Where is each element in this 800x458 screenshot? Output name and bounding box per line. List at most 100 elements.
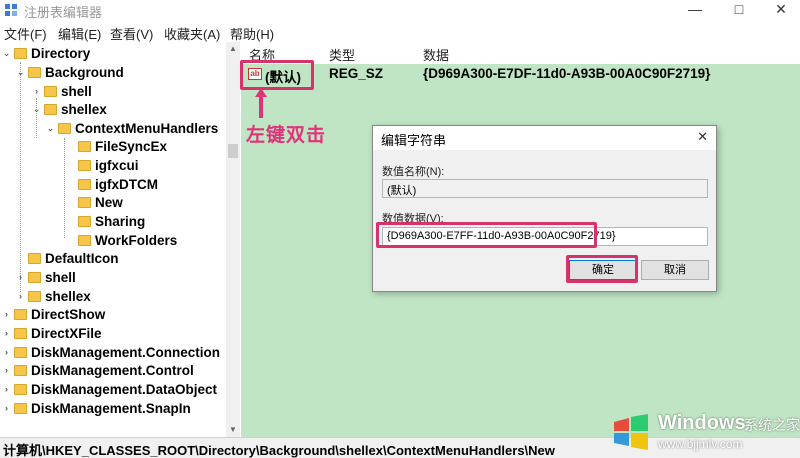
menu-view[interactable]: 查看(V) [110, 24, 153, 43]
tree-item-directory[interactable]: ⌄ Directory [2, 44, 91, 62]
tree-item-shell-2[interactable]: › shell [16, 268, 76, 286]
tree-item-filesyncex[interactable]: FileSyncEx [66, 137, 167, 155]
tree-item-label: Background [45, 64, 124, 80]
highlight-value-data [376, 222, 597, 248]
value-name-field: (默认) [382, 179, 708, 198]
expander-icon[interactable]: › [2, 309, 11, 319]
expander-icon[interactable]: › [2, 347, 11, 357]
tree-scrollbar[interactable]: ▲ ▼ [226, 42, 240, 437]
tree-item-workfolders[interactable]: WorkFolders [66, 231, 177, 249]
cancel-button[interactable]: 取消 [641, 260, 709, 280]
expander-icon[interactable]: › [16, 272, 25, 282]
tree-item-diskmanagement-connection[interactable]: › DiskManagement.Connection [2, 343, 220, 361]
annotation-double-click: 左键双击 [246, 125, 327, 146]
maximize-button[interactable]: □ [716, 0, 762, 20]
tree-item-shellex[interactable]: ⌄ shellex [32, 100, 107, 118]
value-name-label: 数值名称(N): [382, 166, 445, 178]
tree-item-igfxdtcm[interactable]: igfxDTCM [66, 175, 158, 193]
tree-item-label: igfxDTCM [95, 176, 158, 192]
tree-item-diskmanagement-dataobject[interactable]: › DiskManagement.DataObject [2, 380, 217, 398]
tree-item-label: DiskManagement.DataObject [31, 381, 218, 397]
dialog-title: 编辑字符串 [381, 133, 447, 148]
folder-icon [28, 252, 41, 264]
menu-file[interactable]: 文件(F) [4, 24, 47, 43]
menu-edit[interactable]: 编辑(E) [58, 24, 101, 43]
watermark: Windows 系统之家 www.bjjmlv.com [612, 410, 800, 456]
expander-icon[interactable]: › [2, 384, 11, 394]
folder-icon [78, 178, 91, 190]
scroll-up-icon[interactable]: ▲ [226, 42, 240, 56]
registry-tree[interactable]: ⌄ Directory ⌄ Background › shell ⌄ shell… [0, 42, 240, 437]
dialog-close-button[interactable]: ✕ [697, 129, 708, 145]
menu-bar: 文件(F) 编辑(E) 查看(V) 收藏夹(A) 帮助(H) [0, 22, 800, 42]
watermark-site-name: 系统之家 [744, 417, 800, 433]
tree-item-label: New [95, 194, 123, 210]
scroll-down-icon[interactable]: ▼ [226, 423, 240, 437]
close-button[interactable]: ✕ [758, 0, 800, 20]
tree-item-label: shell [61, 83, 92, 99]
tree-item-background[interactable]: ⌄ Background [16, 63, 124, 81]
menu-help[interactable]: 帮助(H) [230, 24, 274, 43]
value-row-default[interactable]: ab (默认) REG_SZ {D969A300-E7DF-11d0-A93B-… [241, 64, 800, 85]
folder-icon [14, 346, 27, 358]
tree-item-label: shellex [61, 101, 107, 117]
arrow-up-icon [255, 88, 267, 118]
expander-icon[interactable]: ⌄ [16, 67, 25, 78]
folder-icon [78, 234, 91, 246]
tree-item-label: Sharing [95, 213, 146, 229]
title-bar: 注册表编辑器 — □ ✕ [0, 0, 800, 20]
tree-item-diskmanagement-control[interactable]: › DiskManagement.Control [2, 361, 194, 379]
folder-icon [14, 402, 27, 414]
expander-icon[interactable]: ⌄ [2, 48, 11, 59]
tree-item-label: Directory [31, 45, 91, 61]
tree-item-shellex-2[interactable]: › shellex [16, 287, 91, 305]
highlight-default-value [240, 60, 314, 90]
windows-logo-icon [614, 414, 648, 450]
watermark-brand: Windows [658, 412, 746, 434]
registry-path: 计算机\HKEY_CLASSES_ROOT\Directory\Backgrou… [3, 443, 555, 458]
tree-item-diskmanagement-snapin[interactable]: › DiskManagement.SnapIn [2, 399, 191, 417]
tree-item-contextmenuhandlers[interactable]: ⌄ ContextMenuHandlers [46, 119, 219, 137]
folder-icon [78, 140, 91, 152]
column-type[interactable]: 类型 [329, 45, 355, 64]
expander-icon[interactable]: ⌄ [32, 104, 41, 115]
dialog-title-bar: 编辑字符串 ✕ [373, 126, 716, 150]
expander-icon[interactable]: › [2, 403, 11, 413]
folder-icon [14, 364, 27, 376]
tree-item-label: igfxcui [95, 157, 139, 173]
tree-item-shell[interactable]: › shell [32, 82, 92, 100]
expander-icon[interactable]: › [2, 328, 11, 338]
expander-icon[interactable]: › [16, 291, 25, 301]
expander-icon[interactable]: › [2, 365, 11, 375]
tree-item-igfxcui[interactable]: igfxcui [66, 156, 139, 174]
tree-item-label: WorkFolders [95, 232, 178, 248]
folder-icon [78, 196, 91, 208]
value-type: REG_SZ [329, 66, 384, 81]
tree-item-defaulticon[interactable]: DefaultIcon [16, 249, 119, 267]
folder-icon [78, 215, 91, 227]
tree-item-sharing[interactable]: Sharing [66, 212, 145, 230]
folder-icon [14, 308, 27, 320]
folder-icon [78, 159, 91, 171]
tree-item-label: DefaultIcon [45, 250, 119, 266]
expander-icon[interactable]: ⌄ [46, 123, 55, 134]
folder-icon [14, 327, 27, 339]
tree-item-label: DiskManagement.SnapIn [31, 400, 191, 416]
folder-icon [28, 66, 41, 78]
folder-icon [28, 290, 41, 302]
tree-item-directshow[interactable]: › DirectShow [2, 305, 105, 323]
list-header: 名称 类型 数据 [241, 42, 800, 64]
tree-item-label: DirectShow [31, 306, 106, 322]
tree-item-label: DiskManagement.Connection [31, 344, 221, 360]
tree-item-label: DiskManagement.Control [31, 362, 194, 378]
tree-item-new[interactable]: New [66, 193, 123, 211]
column-data[interactable]: 数据 [423, 45, 449, 64]
expander-icon[interactable]: › [32, 86, 41, 96]
folder-icon [28, 271, 41, 283]
scroll-thumb[interactable] [228, 144, 238, 158]
tree-item-label: DirectXFile [31, 325, 102, 341]
tree-item-directxfile[interactable]: › DirectXFile [2, 324, 102, 342]
menu-favorites[interactable]: 收藏夹(A) [164, 24, 220, 43]
minimize-button[interactable]: — [672, 0, 718, 20]
window-title: 注册表编辑器 [24, 5, 103, 20]
